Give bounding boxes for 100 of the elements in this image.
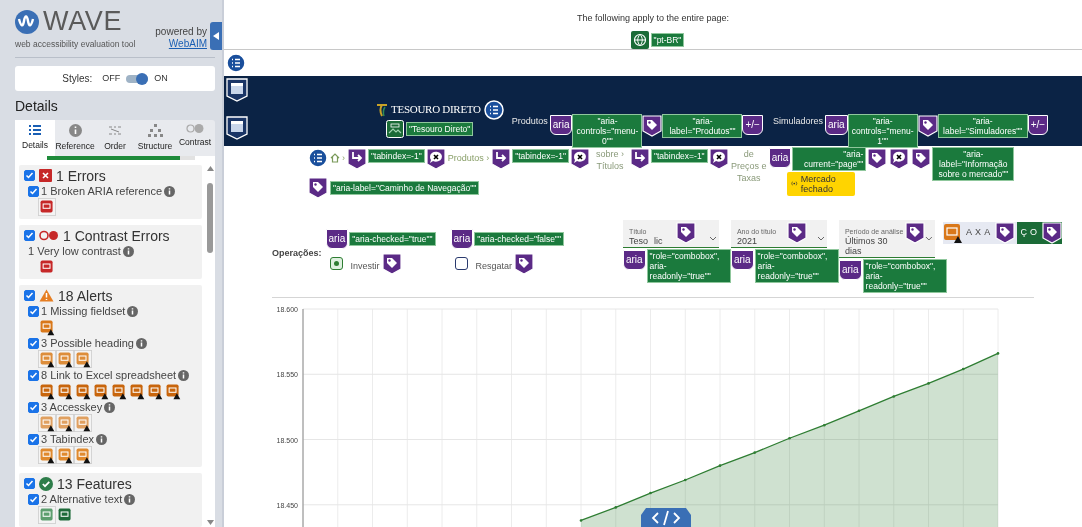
market-status: Mercado fechado xyxy=(787,171,856,196)
item-label: 1 Missing fieldset xyxy=(41,304,126,318)
panel-tab[interactable]: Structure xyxy=(135,120,175,156)
arrow-warning-icon xyxy=(38,445,56,464)
left-triangle-icon xyxy=(213,32,219,40)
details-heading: Details xyxy=(15,97,59,115)
arrow-warning-icon xyxy=(56,445,74,464)
tag-icon xyxy=(911,147,932,170)
tag-icon xyxy=(675,221,696,244)
panel-tab[interactable]: Contrast xyxy=(175,120,215,156)
tagline: web accessibility evaluation tool xyxy=(15,38,136,51)
home-icon xyxy=(330,152,340,163)
aria-error-icon xyxy=(38,197,56,216)
powered-by-text: powered by xyxy=(155,26,207,38)
item-label: 1 Broken ARIA reference xyxy=(41,184,163,198)
rate-tab[interactable]: AXA xyxy=(965,225,994,240)
annotation-label: "Tesouro Direto" xyxy=(407,122,473,135)
window-icon xyxy=(226,115,248,140)
info-icon[interactable] xyxy=(124,493,136,505)
globe-icon xyxy=(630,30,649,49)
hierarchy-icon xyxy=(147,124,163,137)
x-bubble-icon xyxy=(708,147,729,170)
checkbox[interactable] xyxy=(28,185,39,197)
error-icon xyxy=(39,169,52,183)
hook-arrow-icon xyxy=(491,147,512,170)
panel-tab[interactable]: Reference xyxy=(55,120,95,156)
x-bubble-icon xyxy=(425,147,446,170)
annotation-label: "aria-checked="true"" xyxy=(350,232,435,245)
nav-link[interactable]: Simuladores xyxy=(772,114,823,129)
panel-tab[interactable]: Details xyxy=(15,120,55,156)
annotation-label: "aria-current="page"" xyxy=(793,147,866,170)
heading-warning-icon xyxy=(56,349,74,368)
order-icon xyxy=(108,124,122,137)
off-label: OFF xyxy=(102,71,121,85)
chevron-down-icon xyxy=(925,235,933,242)
info-icon xyxy=(68,124,82,137)
category-title: 1 Errors xyxy=(56,167,106,184)
chevron-down-icon xyxy=(816,235,825,242)
key-warning-icon xyxy=(38,413,56,432)
x-bubble-icon xyxy=(889,147,910,170)
item-label: 2 Alternative text xyxy=(41,492,123,506)
radio-option[interactable] xyxy=(329,257,343,271)
annotation-label: "tabindex=-1" xyxy=(651,149,707,162)
site-logo[interactable]: TESOURO DIRETO xyxy=(391,101,481,118)
webaim-link[interactable]: WebAIM xyxy=(168,38,207,50)
item-label: 3 Possible heading xyxy=(41,336,134,350)
checkbox[interactable] xyxy=(28,305,39,317)
annotation-label: "aria-checked="false"" xyxy=(475,232,563,245)
panel-tab[interactable]: Order xyxy=(95,120,135,156)
annotation-label: "aria-label="Informação sobre o mercado"" xyxy=(933,147,1014,180)
annotation-label: "role="combobox", aria-readonly="true"" xyxy=(863,259,946,292)
logo-mark-icon xyxy=(376,102,388,117)
list-icon xyxy=(308,147,328,168)
aria-badge: aria xyxy=(325,228,349,249)
info-icon[interactable] xyxy=(178,369,190,381)
contrast-icon xyxy=(39,230,59,242)
option-label: Resgatar xyxy=(475,259,513,273)
checkbox[interactable] xyxy=(24,478,35,490)
nav-link[interactable]: Produtos xyxy=(511,114,548,129)
annotation-label: "role="combobox", aria-readonly="true"" xyxy=(647,249,730,282)
info-icon[interactable] xyxy=(122,245,134,257)
radio-option[interactable] xyxy=(454,257,468,271)
image-icon xyxy=(386,119,404,138)
category-title: 18 Alerts xyxy=(58,287,113,304)
tag-icon xyxy=(308,176,328,199)
item-label: 8 Link to Excel spreadsheet xyxy=(41,368,177,382)
checkbox[interactable] xyxy=(24,290,35,302)
heading-warning-icon xyxy=(38,349,56,368)
annotation-label: "aria-controls="menu-1"" xyxy=(848,114,917,147)
aria-badge: aria xyxy=(768,147,792,168)
checkbox[interactable] xyxy=(28,493,39,505)
info-icon[interactable] xyxy=(104,401,116,413)
collapse-tab[interactable] xyxy=(210,22,222,50)
scroll-thumb[interactable] xyxy=(207,182,213,253)
aria-badge: aria xyxy=(730,249,754,270)
info-icon[interactable] xyxy=(127,305,139,317)
checkbox[interactable] xyxy=(28,401,39,413)
checkbox[interactable] xyxy=(28,369,39,381)
styles-label: Styles: xyxy=(62,72,93,86)
scroll-down-icon[interactable] xyxy=(206,520,214,525)
broadcast-icon xyxy=(791,180,798,188)
tag-icon xyxy=(917,114,938,137)
option-label: Investir xyxy=(350,259,380,273)
aria-badge: aria xyxy=(450,228,474,249)
category-title: 1 Contrast Errors xyxy=(63,227,170,244)
aria-badge: aria xyxy=(838,259,862,280)
info-icon[interactable] xyxy=(96,433,107,445)
annotation-label: "aria-label="Caminho de Navegação"" xyxy=(331,181,479,194)
scroll-up-icon[interactable] xyxy=(206,165,214,171)
window-icon xyxy=(226,77,248,102)
checkbox[interactable] xyxy=(28,337,39,349)
info-icon[interactable] xyxy=(164,185,176,197)
checkbox[interactable] xyxy=(28,433,39,445)
aria-badge: aria xyxy=(825,114,848,135)
heading-warning-icon xyxy=(74,349,92,368)
key-warning-icon xyxy=(74,413,92,432)
checkbox[interactable] xyxy=(24,170,35,182)
checkbox[interactable] xyxy=(24,230,35,242)
styles-toggle[interactable] xyxy=(126,74,149,83)
info-icon[interactable] xyxy=(135,337,147,349)
